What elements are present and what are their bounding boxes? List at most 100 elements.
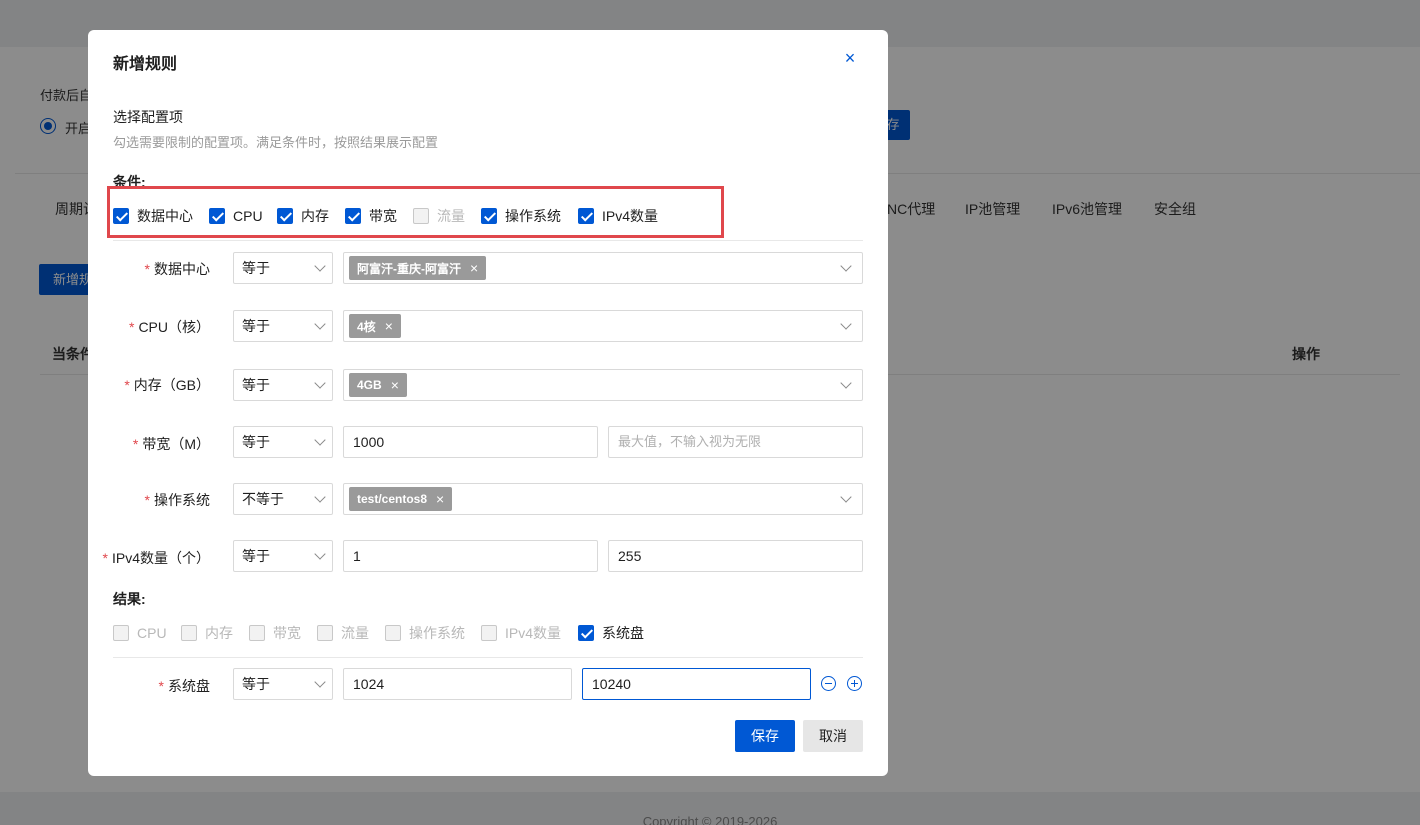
checkbox-label: 内存 xyxy=(205,625,233,641)
checkbox-icon xyxy=(277,208,293,224)
system-disk-operator-select[interactable]: 等于 xyxy=(233,668,333,700)
bandwidth-operator-select[interactable]: 等于 xyxy=(233,426,333,458)
result-checkbox-memory[interactable]: 内存 xyxy=(181,623,233,643)
tag-remove-icon[interactable]: × xyxy=(436,491,444,507)
checkbox-label: 内存 xyxy=(301,208,329,224)
select-value: 不等于 xyxy=(242,491,284,507)
memory-operator-select[interactable]: 等于 xyxy=(233,369,333,401)
minus-circle-icon[interactable] xyxy=(821,676,836,691)
bandwidth-max-input[interactable]: 最大值，不输入视为无限 xyxy=(608,426,863,458)
memory-label: * 内存（GB） xyxy=(124,377,210,393)
checkbox-cpu[interactable]: CPU xyxy=(209,206,263,226)
checkbox-label: CPU xyxy=(233,208,263,224)
result-checkbox-system-disk[interactable]: 系统盘 xyxy=(578,623,644,643)
chevron-down-icon xyxy=(314,260,326,272)
os-multi-select[interactable]: test/centos8 × xyxy=(343,483,863,515)
system-disk-min-input[interactable]: 1024 xyxy=(343,668,572,700)
result-divider xyxy=(113,657,863,658)
save-button[interactable]: 保存 xyxy=(735,720,795,752)
checkbox-label: 流量 xyxy=(437,208,465,224)
checkbox-icon xyxy=(209,208,225,224)
select-value: 等于 xyxy=(242,548,270,564)
chevron-down-icon xyxy=(314,377,326,389)
checkbox-label: 带宽 xyxy=(273,625,301,641)
os-tag: test/centos8 × xyxy=(349,487,453,511)
result-checkbox-bandwidth[interactable]: 带宽 xyxy=(249,623,301,643)
chevron-down-icon xyxy=(840,377,852,389)
memory-tag: 4GB × xyxy=(349,373,407,397)
cpu-multi-select[interactable]: 4核 × xyxy=(343,310,863,342)
tag-remove-icon[interactable]: × xyxy=(385,318,393,334)
ipv4-operator-select[interactable]: 等于 xyxy=(233,540,333,572)
checkbox-icon xyxy=(317,625,333,641)
checkbox-datacenter[interactable]: 数据中心 xyxy=(113,206,193,226)
section-description: 勾选需要限制的配置项。满足条件时，按照结果展示配置 xyxy=(113,135,439,150)
chevron-down-icon xyxy=(314,318,326,330)
checkbox-label: 操作系统 xyxy=(409,625,465,641)
checkbox-icon xyxy=(578,208,594,224)
result-checkbox-os[interactable]: 操作系统 xyxy=(385,623,465,643)
memory-multi-select[interactable]: 4GB × xyxy=(343,369,863,401)
datacenter-multi-select[interactable]: 阿富汗-重庆-阿富汗 × xyxy=(343,252,863,284)
result-label: 结果: xyxy=(113,591,146,607)
ipv4-max-input[interactable]: 255 xyxy=(608,540,863,572)
checkbox-label: 流量 xyxy=(341,625,369,641)
chevron-down-icon xyxy=(314,676,326,688)
ipv4-label: * IPv4数量（个） xyxy=(102,550,210,566)
select-value: 等于 xyxy=(242,434,270,450)
checkbox-icon xyxy=(113,625,129,641)
datacenter-tag: 阿富汗-重庆-阿富汗 × xyxy=(349,256,487,280)
checkbox-icon xyxy=(249,625,265,641)
plus-circle-icon[interactable] xyxy=(847,676,862,691)
chevron-down-icon xyxy=(314,548,326,560)
tag-remove-icon[interactable]: × xyxy=(391,377,399,393)
select-value: 等于 xyxy=(242,676,270,692)
chevron-down-icon xyxy=(840,260,852,272)
result-checkbox-traffic[interactable]: 流量 xyxy=(317,623,369,643)
condition-divider xyxy=(113,240,863,241)
select-value: 等于 xyxy=(242,318,270,334)
cpu-tag: 4核 × xyxy=(349,314,401,338)
datacenter-label: * 数据中心 xyxy=(144,261,210,277)
datacenter-operator-select[interactable]: 等于 xyxy=(233,252,333,284)
result-checkbox-cpu[interactable]: CPU xyxy=(113,623,167,643)
bandwidth-label: * 带宽（M） xyxy=(132,436,210,452)
checkbox-icon xyxy=(385,625,401,641)
add-rule-modal: 新增规则 × 选择配置项 勾选需要限制的配置项。满足条件时，按照结果展示配置 条… xyxy=(88,30,888,776)
close-icon[interactable]: × xyxy=(842,48,858,68)
checkbox-memory[interactable]: 内存 xyxy=(277,206,329,226)
chevron-down-icon xyxy=(840,491,852,503)
chevron-down-icon xyxy=(840,318,852,330)
checkbox-icon xyxy=(113,208,129,224)
system-disk-max-input[interactable]: 10240 xyxy=(582,668,811,700)
bandwidth-min-input[interactable]: 1000 xyxy=(343,426,598,458)
select-value: 等于 xyxy=(242,377,270,393)
ipv4-min-input[interactable]: 1 xyxy=(343,540,598,572)
cancel-button[interactable]: 取消 xyxy=(803,720,863,752)
cpu-operator-select[interactable]: 等于 xyxy=(233,310,333,342)
select-value: 等于 xyxy=(242,260,270,276)
cpu-label: * CPU（核） xyxy=(128,319,210,335)
checkbox-label: 数据中心 xyxy=(137,208,193,224)
checkbox-icon xyxy=(578,625,594,641)
checkbox-icon xyxy=(413,208,429,224)
checkbox-icon xyxy=(345,208,361,224)
checkbox-icon xyxy=(481,625,497,641)
result-checkbox-ipv4[interactable]: IPv4数量 xyxy=(481,623,561,643)
chevron-down-icon xyxy=(314,434,326,446)
system-disk-label: * 系统盘 xyxy=(158,678,210,694)
checkbox-label: 操作系统 xyxy=(505,208,561,224)
section-title: 选择配置项 xyxy=(113,109,183,125)
checkbox-label: IPv4数量 xyxy=(602,208,659,224)
checkbox-label: CPU xyxy=(137,625,167,641)
os-label: * 操作系统 xyxy=(144,492,210,508)
checkbox-bandwidth[interactable]: 带宽 xyxy=(345,206,397,226)
checkbox-label: 带宽 xyxy=(369,208,397,224)
checkbox-traffic[interactable]: 流量 xyxy=(413,206,465,226)
checkbox-icon xyxy=(481,208,497,224)
checkbox-ipv4[interactable]: IPv4数量 xyxy=(578,206,658,226)
os-operator-select[interactable]: 不等于 xyxy=(233,483,333,515)
checkbox-os[interactable]: 操作系统 xyxy=(481,206,561,226)
checkbox-icon xyxy=(181,625,197,641)
tag-remove-icon[interactable]: × xyxy=(470,260,478,276)
